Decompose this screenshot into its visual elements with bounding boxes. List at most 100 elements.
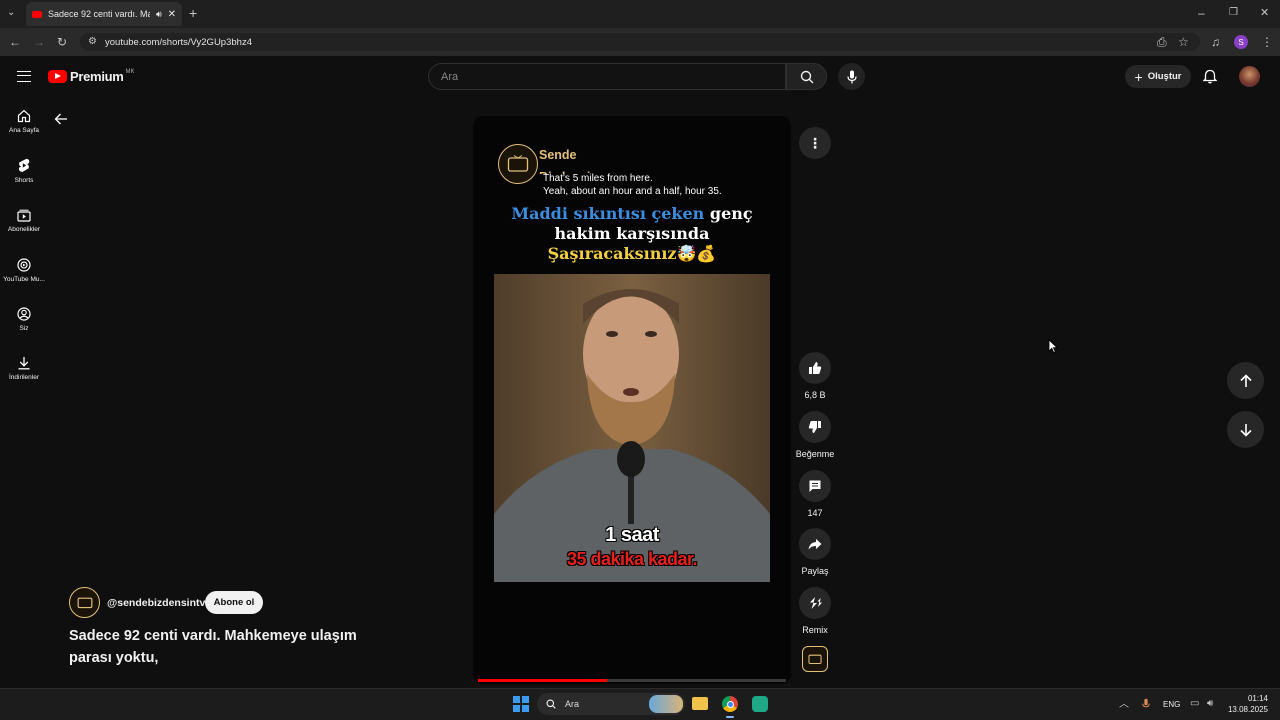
more-vertical-icon: ⋮ — [808, 134, 822, 151]
minimize-icon[interactable]: – — [1198, 7, 1205, 19]
region-code: MK — [125, 68, 135, 75]
short-title: Sadece 92 centi vardı. Mahkemeye ulaşım … — [69, 628, 357, 666]
new-tab-icon[interactable]: + — [189, 6, 197, 20]
search-button[interactable] — [786, 63, 827, 90]
install-app-icon[interactable]: ⎙ — [1157, 36, 1167, 48]
forward-icon[interactable]: → — [33, 36, 45, 48]
headline: Maddi sıkıntısı çeken genç hakim karşısı… — [473, 204, 791, 264]
windows-start-icon[interactable] — [513, 696, 529, 712]
channel-logo-text: Sende Bizdensin — [539, 148, 598, 174]
user-icon — [17, 307, 31, 321]
sidebar-item-label: İndirilenler — [9, 374, 39, 381]
search-input[interactable]: Ara — [428, 63, 786, 90]
sidebar-item-label: Ana Sayfa — [9, 127, 39, 134]
dislike-action[interactable]: Beğenme — [796, 411, 834, 459]
restore-icon[interactable]: ❐ — [1229, 7, 1238, 19]
channel-handle[interactable]: @sendebizdensintv — [107, 597, 205, 609]
media-control-icon[interactable]: ♫ — [1211, 36, 1220, 48]
comments-action[interactable]: 147 — [799, 470, 831, 518]
user-avatar[interactable] — [1239, 66, 1260, 87]
headline-blue: Maddi sıkıntısı çeken — [511, 204, 705, 223]
back-icon[interactable]: ← — [9, 36, 21, 48]
mouse-cursor-icon — [1048, 339, 1058, 353]
tray-volume-icon[interactable]: 🔊︎ — [1207, 698, 1213, 710]
shorts-icon — [18, 158, 30, 172]
taskbar-search[interactable]: Ara — [537, 693, 685, 715]
reload-icon[interactable]: ↻ — [57, 36, 67, 48]
tray-microphone-icon[interactable] — [1142, 698, 1150, 710]
dislike-button[interactable] — [799, 411, 831, 443]
taskbar-search-placeholder: Ara — [565, 699, 580, 709]
close-window-icon[interactable]: ✕ — [1260, 7, 1269, 19]
voice-search-button[interactable] — [838, 63, 865, 90]
channel-logo-badge — [498, 144, 538, 184]
share-action[interactable]: Paylaş — [799, 528, 831, 576]
share-button[interactable] — [799, 528, 831, 560]
sidebar-item-you[interactable]: Siz — [0, 307, 48, 332]
speaker-icon[interactable]: 🔊︎ — [156, 9, 162, 20]
site-info-icon[interactable]: ⚙ — [88, 36, 97, 47]
comment-count: 147 — [807, 508, 823, 518]
sidebar-item-subscriptions[interactable]: Abonelikler — [0, 208, 48, 233]
search-placeholder: Ara — [441, 70, 459, 83]
tray-language[interactable]: ENG — [1163, 700, 1180, 709]
subscriptions-icon — [17, 209, 31, 222]
tray-date[interactable]: 13.08.2025 — [1220, 705, 1268, 714]
whatsapp-taskbar-icon[interactable] — [752, 696, 768, 712]
like-action[interactable]: 6,8 B — [799, 352, 831, 400]
english-caption-2: Yeah, about an hour and a half, hour 35. — [543, 186, 722, 197]
browser-menu-icon[interactable]: ⋮ — [1261, 36, 1273, 48]
sidebar-item-label: Siz — [19, 325, 29, 332]
remix-button[interactable] — [799, 587, 831, 619]
tray-network-icon[interactable]: ▭ — [1190, 698, 1199, 710]
chrome-taskbar-icon[interactable] — [722, 696, 738, 712]
file-explorer-icon[interactable] — [692, 697, 708, 710]
tab-title: Sadece 92 centi vardı. Mahk — [48, 9, 150, 19]
youtube-favicon-icon — [32, 10, 42, 18]
microphone-icon — [846, 70, 857, 83]
url-field[interactable]: ⚙ youtube.com/shorts/Vy2GUp3bhz4 — [80, 33, 1200, 51]
subscribe-button[interactable]: Abone ol — [205, 591, 263, 614]
sound-channel-avatar[interactable] — [802, 646, 828, 672]
video-progress-track[interactable] — [478, 679, 786, 682]
tv-icon — [77, 597, 92, 609]
sidebar-item-downloads[interactable]: İndirilenler — [0, 356, 48, 381]
tray-chevron-icon[interactable]: ︿ — [1119, 699, 1129, 711]
sidebar-item-home[interactable]: Ana Sayfa — [0, 109, 48, 134]
browser-tab[interactable]: Sadece 92 centi vardı. Mahk 🔊︎ ✕ — [26, 2, 182, 26]
profile-avatar[interactable]: S — [1234, 35, 1248, 49]
sidebar-item-shorts[interactable]: Shorts — [0, 158, 48, 184]
more-options-button[interactable]: ⋮ — [799, 127, 831, 159]
comments-button[interactable] — [799, 470, 831, 502]
url-text: youtube.com/shorts/Vy2GUp3bhz4 — [105, 36, 252, 48]
taskbar-active-indicator — [726, 716, 734, 718]
dislike-label: Beğenme — [795, 449, 835, 459]
sidebar-item-youtube-music[interactable]: YouTube Mu... — [0, 258, 48, 283]
subtitle-line-1: 1 saat — [605, 524, 659, 546]
tray-time[interactable]: 01:14 — [1224, 694, 1268, 703]
arrow-down-icon — [1239, 423, 1252, 437]
plus-icon: + — [1134, 68, 1143, 85]
short-video-player[interactable]: Sende Bizdensin That's 5 miles from here… — [473, 116, 791, 684]
back-arrow-icon[interactable] — [54, 112, 68, 126]
hamburger-menu-icon[interactable] — [17, 71, 31, 82]
channel-avatar[interactable] — [69, 587, 100, 618]
create-button[interactable]: + Oluştur — [1125, 65, 1191, 88]
search-icon — [800, 70, 813, 83]
previous-short-button[interactable] — [1227, 362, 1264, 399]
next-short-button[interactable] — [1227, 411, 1264, 448]
tab-list-icon[interactable]: ⌄ — [7, 7, 15, 19]
comment-icon — [809, 480, 821, 492]
bookmark-star-icon[interactable]: ☆ — [1178, 36, 1189, 48]
youtube-logo[interactable]: Premium MK — [48, 69, 135, 84]
share-label: Paylaş — [801, 566, 829, 576]
english-caption-1: That's 5 miles from here. — [543, 173, 653, 184]
notifications-bell-icon[interactable] — [1203, 69, 1217, 84]
remix-action[interactable]: Remix — [799, 587, 831, 635]
close-tab-icon[interactable]: ✕ — [168, 9, 176, 20]
download-icon — [18, 357, 30, 370]
youtube-play-icon — [48, 70, 67, 83]
subtitle-line-2: 35 dakika kadar. — [566, 549, 698, 569]
like-button[interactable] — [799, 352, 831, 384]
video-progress-fill — [478, 679, 608, 682]
